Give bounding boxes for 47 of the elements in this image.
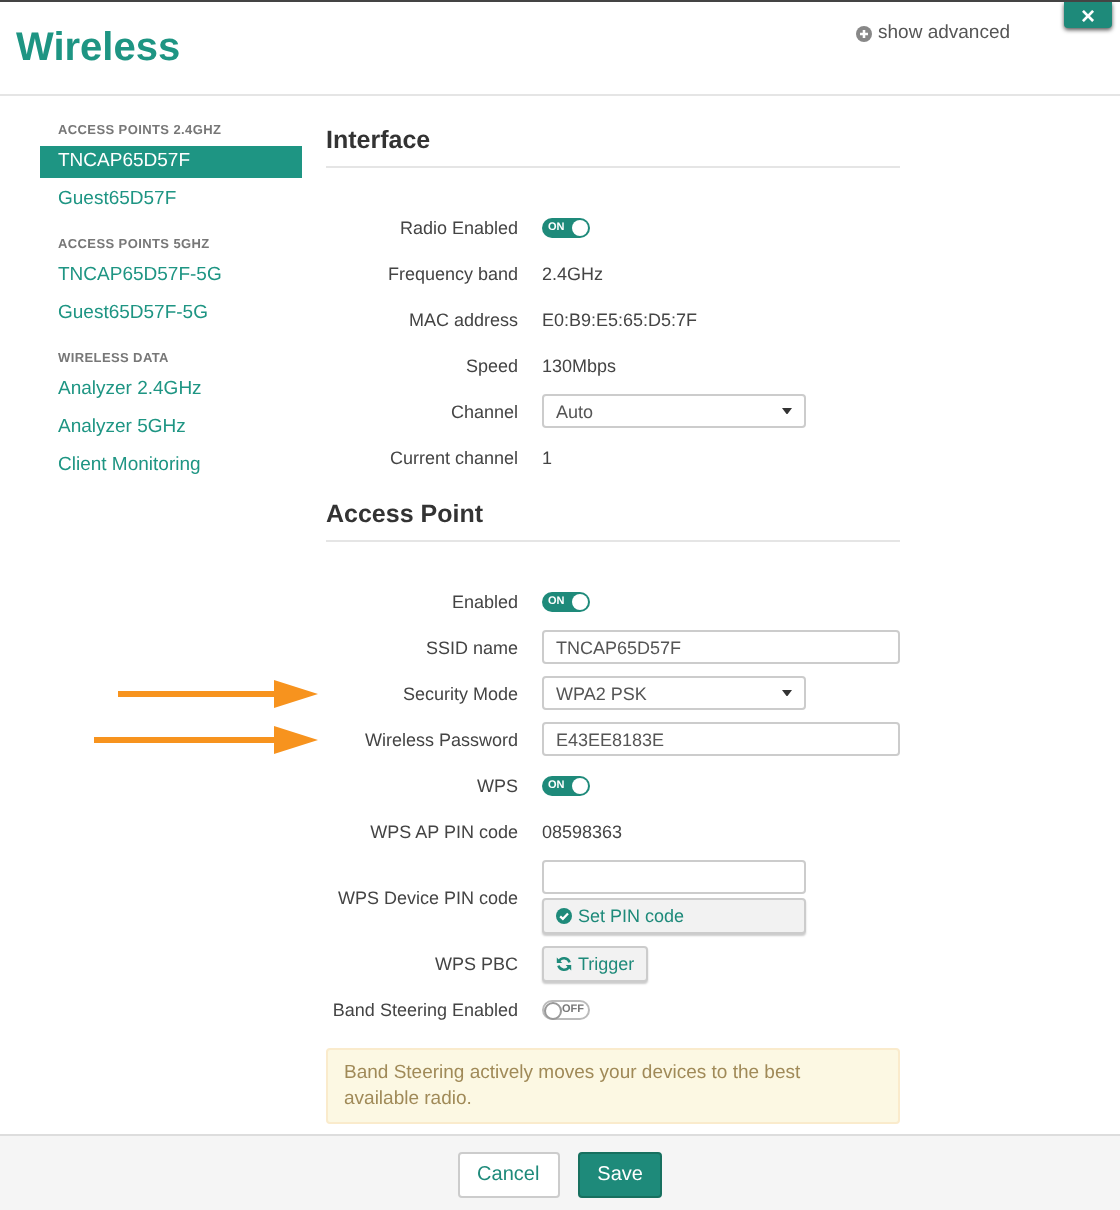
sidebar-item[interactable]: Guest65D57F-5G [40,298,302,330]
sidebar-item[interactable]: Client Monitoring [40,450,302,482]
field-label: Speed [463,355,518,375]
field-label: Current channel [387,447,518,467]
field-label: Band Steering Enabled [330,999,518,1019]
input-field[interactable] [542,860,806,894]
field-value: 2.4GHz [542,263,604,283]
input-field[interactable]: TNCAP65D57F [542,630,900,664]
caret-icon [782,407,792,415]
save-button[interactable]: Save [577,1151,663,1197]
section-title: Interface [326,122,900,168]
close-button[interactable]: × [1064,2,1112,28]
show-advanced-link[interactable]: show advanced [856,22,1011,44]
field-label: WPS Device PIN code [335,887,518,907]
field-value: 130Mbps [542,355,617,375]
select-field[interactable]: WPA2 PSK [542,676,806,710]
field-label: Channel [448,401,518,421]
sidebar-item[interactable]: TNCAP65D57F [40,146,302,178]
field-label: WPS [474,775,518,795]
field-value: E0:B9:E5:65:D5:7F [542,309,698,329]
sidebar-item[interactable]: Guest65D57F [40,184,302,216]
set-pin-button[interactable]: Set PIN code [542,898,806,934]
select-field[interactable]: Auto [542,394,806,428]
field-label: MAC address [406,309,518,329]
cancel-button[interactable]: Cancel [457,1151,560,1197]
field-label: Security Mode [400,683,518,703]
field-label: WPS AP PIN code [368,821,518,841]
field-label: Frequency band [385,263,518,283]
info-notice: Band Steering actively moves your devices to the best available radio. [326,1048,900,1124]
caret-icon [782,689,792,697]
field-label: Radio Enabled [397,217,518,237]
refresh-icon [556,955,572,971]
page-title: Wireless [16,26,181,72]
section-title: Access Point [326,496,900,542]
trigger-button[interactable]: Trigger [542,945,649,981]
field-label: WPS PBC [432,953,518,973]
plus-icon [856,25,872,41]
input-field[interactable]: E43EE8183E [542,722,900,756]
check-icon [556,908,572,924]
sidebar-item[interactable]: Analyzer 5GHz [40,412,302,444]
field-label: SSID name [423,637,518,657]
field-label: Enabled [449,591,518,611]
sidebar-item[interactable]: Analyzer 2.4GHz [40,374,302,406]
field-value: 08598363 [542,821,623,841]
field-value: 1 [542,447,553,467]
sidebar-item[interactable]: TNCAP65D57F-5G [40,260,302,292]
field-label: Wireless Password [362,729,518,749]
